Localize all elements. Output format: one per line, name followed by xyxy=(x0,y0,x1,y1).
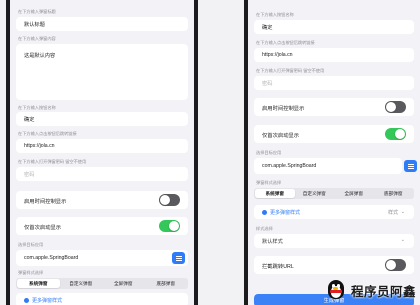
more-styles-row[interactable]: 更多弹窗样式 样式 ⌄ xyxy=(254,205,414,219)
first-launch-label: 仅首次启动显示 xyxy=(262,133,300,139)
app-picker-button[interactable] xyxy=(404,160,417,172)
target-app-caption: 选择目标应用 xyxy=(18,242,44,247)
password-caption: 在下方输入打开弹窗密码 留空不使用 xyxy=(256,68,325,73)
watermark-text: 程序员阿鑫 xyxy=(350,284,416,299)
link-field[interactable]: https://jola.cn xyxy=(254,48,414,62)
penguin-icon xyxy=(325,279,347,301)
app-picker-button[interactable] xyxy=(172,252,185,264)
intercept-url-toggle[interactable] xyxy=(385,259,406,271)
more-styles-label: 更多弹窗样式 xyxy=(32,298,63,304)
time-control-toggle[interactable] xyxy=(385,101,406,113)
button-caption: 在下方输入按钮名称 xyxy=(18,105,56,110)
watermark: 程序员阿鑫 xyxy=(325,279,416,301)
first-launch-row: 仅首次启动显示 xyxy=(254,125,414,143)
button-name-field[interactable]: 确定 xyxy=(16,112,188,126)
target-app-field[interactable]: com.apple.SpringBoard xyxy=(16,250,188,266)
more-styles-value: 样式 xyxy=(387,210,398,216)
popup-style-tabs: 系统弹窗 自定义弹窗 全屏弹窗 底部弹窗 xyxy=(254,188,414,199)
intercept-url-row: 拦截跳转URL xyxy=(254,256,414,274)
more-styles-label: 更多弹窗样式 xyxy=(270,210,301,216)
tab-bottom-popup[interactable]: 底部弹窗 xyxy=(374,189,414,198)
time-control-row: 启用时间控制显示 xyxy=(16,191,188,209)
more-styles-icon xyxy=(24,297,29,303)
title-caption: 在下方输入弹窗标题 xyxy=(18,9,56,14)
tab-fullscreen-popup[interactable]: 全屏弹窗 xyxy=(102,279,145,288)
tab-bottom-popup[interactable]: 底部弹窗 xyxy=(145,279,188,288)
left-phone-screenshot: 在下方输入弹窗标题 默认标题 在下方输入弹窗内容 这是默认内容 在下方输入按钮名… xyxy=(6,0,198,305)
button-value: 确定 xyxy=(24,117,35,123)
target-app-value: com.apple.SpringBoard xyxy=(24,255,79,261)
first-launch-row: 仅首次启动显示 xyxy=(16,217,188,235)
format-caption: 样式选择 xyxy=(256,226,273,231)
password-field[interactable]: 密码 xyxy=(254,76,414,90)
link-caption: 在下方输入点击按钮后跳转链接 xyxy=(256,40,315,45)
style-caption: 弹窗样式选择 xyxy=(18,270,44,275)
first-launch-label: 仅首次启动显示 xyxy=(24,225,62,231)
password-placeholder: 密码 xyxy=(262,81,273,87)
tab-fullscreen-popup[interactable]: 全屏弹窗 xyxy=(334,189,374,198)
button-caption: 在下方输入按钮名称 xyxy=(256,12,294,17)
title-field[interactable]: 默认标题 xyxy=(16,17,188,31)
target-app-field[interactable]: com.apple.SpringBoard xyxy=(254,158,402,174)
tab-system-popup[interactable]: 系统弹窗 xyxy=(255,189,295,198)
target-app-value: com.apple.SpringBoard xyxy=(262,163,317,169)
popup-style-tabs: 系统弹窗 自定义弹窗 全屏弹窗 底部弹窗 xyxy=(16,278,188,289)
time-control-row: 启用时间控制显示 xyxy=(254,98,414,116)
chevron-updown-icon: ⌄ xyxy=(400,208,405,215)
format-select[interactable]: 默认样式 ⌄ xyxy=(254,234,414,248)
list-icon xyxy=(175,255,182,261)
intercept-url-label: 拦截跳转URL xyxy=(262,264,294,270)
password-field[interactable]: 密码 xyxy=(16,167,188,181)
format-value: 默认样式 xyxy=(262,239,283,245)
link-value: https://jola.cn xyxy=(262,52,293,58)
content-value: 这是默认内容 xyxy=(24,53,56,59)
button-value: 确定 xyxy=(262,25,273,31)
password-caption: 在下方输入打开弹窗密码 留空不使用 xyxy=(18,159,87,164)
list-icon xyxy=(407,163,414,169)
chevron-down-icon: ⌄ xyxy=(400,237,405,243)
more-styles-icon xyxy=(262,209,267,215)
time-control-label: 启用时间控制显示 xyxy=(262,106,305,112)
tab-custom-popup[interactable]: 自定义弹窗 xyxy=(60,279,103,288)
more-styles-row[interactable]: 更多弹窗样式 xyxy=(16,293,188,305)
style-caption: 弹窗样式选择 xyxy=(256,180,282,185)
tab-system-popup[interactable]: 系统弹窗 xyxy=(17,279,60,288)
link-caption: 在下方输入点击按钮后跳转链接 xyxy=(18,131,77,136)
content-caption: 在下方输入弹窗内容 xyxy=(18,36,56,41)
first-launch-toggle[interactable] xyxy=(385,128,406,140)
link-field[interactable]: https://jola.cn xyxy=(16,139,188,153)
button-name-field[interactable]: 确定 xyxy=(254,20,414,34)
content-textarea[interactable]: 这是默认内容 xyxy=(16,44,188,100)
right-form-screen: 在下方输入按钮名称 确定 在下方输入点击按钮后跳转链接 https://jola… xyxy=(248,0,420,305)
target-app-caption: 选择目标应用 xyxy=(256,150,282,155)
password-placeholder: 密码 xyxy=(24,172,35,178)
time-control-label: 启用时间控制显示 xyxy=(24,199,67,205)
left-form-screen: 在下方输入弹窗标题 默认标题 在下方输入弹窗内容 这是默认内容 在下方输入按钮名… xyxy=(10,0,194,305)
title-value: 默认标题 xyxy=(24,22,45,28)
tab-custom-popup[interactable]: 自定义弹窗 xyxy=(295,189,335,198)
right-phone-screenshot: 在下方输入按钮名称 确定 在下方输入点击按钮后跳转链接 https://jola… xyxy=(244,0,420,305)
link-value: https://jola.cn xyxy=(24,143,55,149)
first-launch-toggle[interactable] xyxy=(159,220,180,232)
time-control-toggle[interactable] xyxy=(159,194,180,206)
